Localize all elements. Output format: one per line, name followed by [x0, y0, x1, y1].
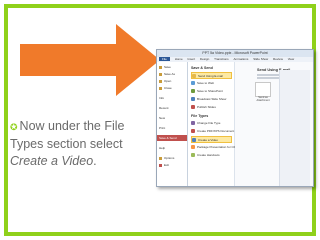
tab-slide-show[interactable]: Slide Show — [253, 57, 268, 61]
nav-open[interactable]: Open — [159, 78, 185, 84]
tab-animations[interactable]: Animations — [234, 57, 249, 61]
pdf-icon — [191, 129, 195, 134]
save-as-icon — [159, 72, 162, 76]
email-icon — [192, 74, 196, 79]
nav-save-as[interactable]: Save As — [159, 71, 185, 77]
right-arrow-shape — [20, 24, 160, 96]
backstage-nav: Save Save As Open Close Info Recent New … — [157, 62, 188, 186]
option-package-cd[interactable]: Package Presentation for CD — [191, 144, 236, 151]
tab-home[interactable]: Home — [175, 57, 183, 61]
tab-transitions[interactable]: Transitions — [214, 57, 229, 61]
tab-file[interactable]: File — [159, 57, 170, 61]
tab-review[interactable]: Review — [273, 57, 283, 61]
open-icon — [159, 79, 162, 83]
save-send-header: Save & Send — [191, 66, 213, 70]
option-save-web[interactable]: Save to Web — [191, 80, 232, 87]
option-create-pdf[interactable]: Create PDF/XPS Document — [191, 128, 234, 135]
video-icon — [192, 138, 196, 143]
nav-info[interactable]: Info — [159, 95, 185, 101]
file-type-icon — [191, 121, 195, 126]
send-attachment-button[interactable] — [255, 82, 271, 97]
tab-insert[interactable]: Insert — [188, 57, 196, 61]
option-create-video[interactable]: Create a Video — [191, 136, 232, 143]
powerpoint-backstage-screenshot: PPT 5a Video.pptx - Microsoft PowerPoint… — [156, 49, 314, 187]
instruction-text-part2: . — [93, 154, 97, 168]
save-icon — [159, 65, 162, 69]
option-change-file-type[interactable]: Change File Type — [191, 120, 232, 127]
instruction-text-emphasis: Create a Video — [10, 154, 94, 168]
cd-icon — [191, 145, 195, 150]
exit-icon — [159, 163, 162, 167]
broadcast-icon — [191, 97, 195, 102]
tab-view[interactable]: View — [288, 57, 294, 61]
send-attachment-label: Send as Attachment — [256, 96, 270, 102]
tab-design[interactable]: Design — [200, 57, 209, 61]
nav-help[interactable]: Help — [159, 145, 185, 151]
window-title: PPT 5a Video.pptx - Microsoft PowerPoint — [157, 50, 313, 57]
handouts-icon — [191, 153, 195, 158]
web-icon — [191, 81, 195, 86]
nav-save[interactable]: Save — [159, 64, 185, 70]
nav-new[interactable]: New — [159, 115, 185, 121]
option-save-sharepoint[interactable]: Save to SharePoint — [191, 88, 232, 95]
nav-exit[interactable]: Exit — [159, 162, 185, 168]
option-broadcast[interactable]: Broadcast Slide Show — [191, 96, 232, 103]
nav-close[interactable]: Close — [159, 85, 185, 91]
instruction-text-part1: Now under the File Types section select — [10, 119, 125, 151]
file-types-header: File Types — [191, 114, 209, 118]
option-send-email[interactable]: Send Using E-mail — [191, 72, 232, 79]
document-preview-pane — [279, 70, 310, 186]
option-create-handouts[interactable]: Create Handouts — [191, 152, 232, 159]
nav-recent[interactable]: Recent — [159, 105, 185, 111]
nav-options[interactable]: Options — [159, 155, 185, 161]
arrow-polygon — [20, 24, 160, 96]
option-publish-slides[interactable]: Publish Slides — [191, 104, 232, 111]
instruction-text: ✪ Now under the File Types section select… — [10, 118, 130, 170]
sharepoint-icon — [191, 89, 195, 94]
options-icon — [159, 156, 162, 160]
close-icon — [159, 86, 162, 90]
save-send-panel: Save & Send Send Using E-mail Save to We… — [188, 62, 236, 186]
nav-save-and-send[interactable]: Save & Send — [157, 135, 187, 141]
detail-panel: Send Using E-mail Send as Attachment — [235, 62, 313, 186]
bullet-icon: ✪ — [10, 122, 18, 132]
nav-print[interactable]: Print — [159, 125, 185, 131]
publish-icon — [191, 105, 195, 110]
